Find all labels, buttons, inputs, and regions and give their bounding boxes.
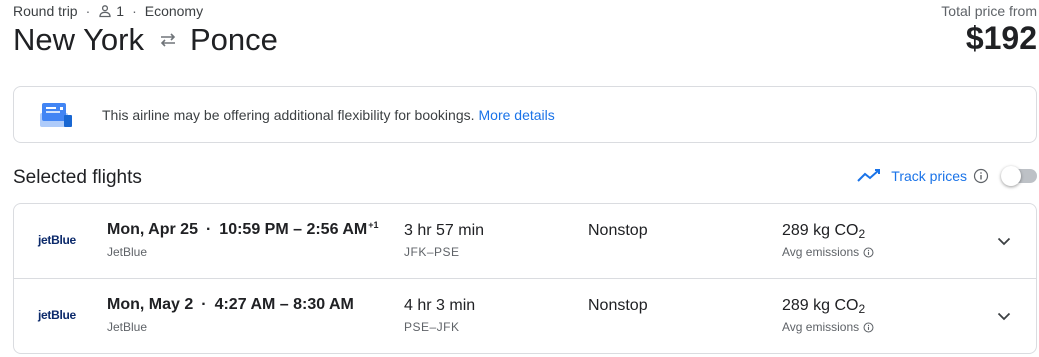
person-icon bbox=[98, 4, 112, 18]
route-title: New York Ponce bbox=[13, 22, 278, 58]
swap-icon bbox=[158, 32, 178, 48]
airport-codes: JFK–PSE bbox=[404, 245, 460, 259]
flexibility-banner: This airline may be offering additional … bbox=[13, 86, 1037, 143]
stops: Nonstop bbox=[588, 222, 648, 239]
emissions-value: 289 kg CO2 bbox=[782, 297, 865, 316]
separator-dot: · bbox=[201, 296, 207, 313]
track-prices-label[interactable]: Track prices bbox=[891, 168, 967, 184]
flight-times: Mon, May 2 · 4:27 AM – 8:30 AM bbox=[107, 296, 355, 314]
info-icon[interactable] bbox=[973, 168, 989, 184]
emissions-subscript: 2 bbox=[858, 227, 866, 241]
airline-name: JetBlue bbox=[107, 245, 148, 259]
cabin-class[interactable]: Economy bbox=[145, 3, 203, 19]
day-offset: +1 bbox=[368, 220, 379, 230]
destination-city: Ponce bbox=[189, 22, 278, 57]
flight-times: Mon, Apr 25 · 10:59 PM – 2:56 AM +1 bbox=[107, 220, 379, 239]
more-details-link[interactable]: More details bbox=[479, 107, 555, 123]
price-label: Total price from bbox=[941, 3, 1037, 19]
emissions-label-text: Avg emissions bbox=[782, 320, 860, 334]
emissions-label: Avg emissions bbox=[782, 245, 874, 259]
trip-type[interactable]: Round trip bbox=[13, 3, 78, 19]
emissions-amount: 289 kg CO bbox=[782, 222, 859, 239]
emissions-amount: 289 kg CO bbox=[782, 297, 859, 314]
flight-date: Mon, May 2 bbox=[107, 296, 194, 313]
chevron-down-icon[interactable] bbox=[994, 231, 1014, 251]
airport-codes: PSE–JFK bbox=[404, 320, 460, 334]
origin-city: New York bbox=[13, 22, 144, 57]
emissions-label-text: Avg emissions bbox=[782, 245, 860, 259]
chevron-down-icon[interactable] bbox=[994, 306, 1014, 326]
info-icon[interactable] bbox=[863, 322, 874, 333]
separator-dot: · bbox=[132, 3, 137, 19]
track-prices-toggle[interactable] bbox=[1001, 166, 1037, 186]
separator-dot: · bbox=[85, 3, 91, 19]
airline-logo: jetBlue bbox=[38, 233, 76, 247]
airline-name: JetBlue bbox=[107, 320, 148, 334]
stops: Nonstop bbox=[588, 297, 648, 314]
selected-flights-list: jetBlue Mon, Apr 25 · 10:59 PM – 2:56 AM… bbox=[13, 203, 1037, 354]
flight-duration: 4 hr 3 min bbox=[404, 297, 476, 314]
flight-time-range: 10:59 PM – 2:56 AM bbox=[219, 221, 368, 238]
separator-dot: · bbox=[205, 221, 212, 238]
flight-row[interactable]: jetBlue Mon, May 2 · 4:27 AM – 8:30 AM J… bbox=[14, 279, 1036, 354]
emissions-value: 289 kg CO2 bbox=[782, 222, 865, 241]
flight-row[interactable]: jetBlue Mon, Apr 25 · 10:59 PM – 2:56 AM… bbox=[14, 204, 1036, 279]
flight-duration: 3 hr 57 min bbox=[404, 222, 485, 239]
trip-summary: Round trip · 1 · Economy bbox=[13, 3, 203, 19]
section-title: Selected flights bbox=[13, 167, 142, 188]
info-icon[interactable] bbox=[863, 247, 874, 258]
emissions-label: Avg emissions bbox=[782, 320, 874, 334]
flight-date: Mon, Apr 25 bbox=[107, 221, 198, 238]
banner-text: This airline may be offering additional … bbox=[102, 106, 475, 123]
emissions-subscript: 2 bbox=[858, 302, 866, 316]
trend-icon bbox=[857, 169, 881, 183]
flexible-booking-icon bbox=[38, 101, 74, 129]
total-price: $192 bbox=[965, 20, 1037, 56]
track-prices: Track prices bbox=[857, 166, 1037, 186]
airline-logo: jetBlue bbox=[38, 308, 76, 322]
passenger-count[interactable]: 1 bbox=[116, 3, 124, 19]
flight-time-range: 4:27 AM – 8:30 AM bbox=[214, 296, 354, 313]
toggle-knob bbox=[1001, 166, 1021, 186]
